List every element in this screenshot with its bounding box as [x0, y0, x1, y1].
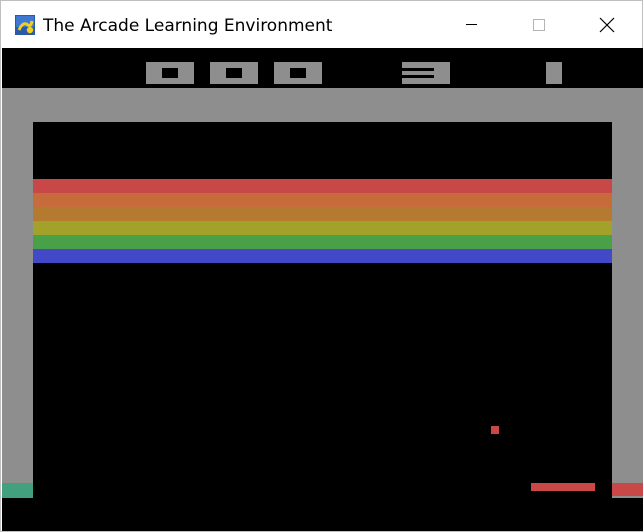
close-button[interactable]	[573, 1, 641, 48]
top-wall	[2, 88, 643, 122]
maximize-icon	[533, 18, 545, 31]
maximize-button[interactable]	[505, 1, 573, 48]
paddle	[531, 483, 595, 491]
title-bar[interactable]: The Arcade Learning Environment	[1, 1, 642, 48]
right-wall	[612, 122, 643, 498]
window-title: The Arcade Learning Environment	[43, 16, 333, 36]
brick-row-green	[33, 235, 612, 249]
brick-row-amber	[33, 207, 612, 221]
game-window: The Arcade Learning Environment	[0, 0, 643, 532]
minimize-button[interactable]	[437, 1, 505, 48]
brick-row-blue	[33, 249, 612, 263]
brick-row-orange	[33, 193, 612, 207]
left-wall	[2, 122, 33, 498]
ball	[491, 426, 499, 434]
left-wall-base	[2, 483, 33, 498]
lives-digit	[402, 62, 450, 84]
minimize-icon	[465, 24, 477, 25]
close-icon	[599, 17, 615, 32]
game-screen[interactable]	[2, 48, 643, 531]
brick-row-yellow	[33, 221, 612, 235]
brick-row-red	[33, 179, 612, 193]
right-wall-base	[612, 483, 643, 496]
pygame-snake-icon	[15, 15, 35, 35]
